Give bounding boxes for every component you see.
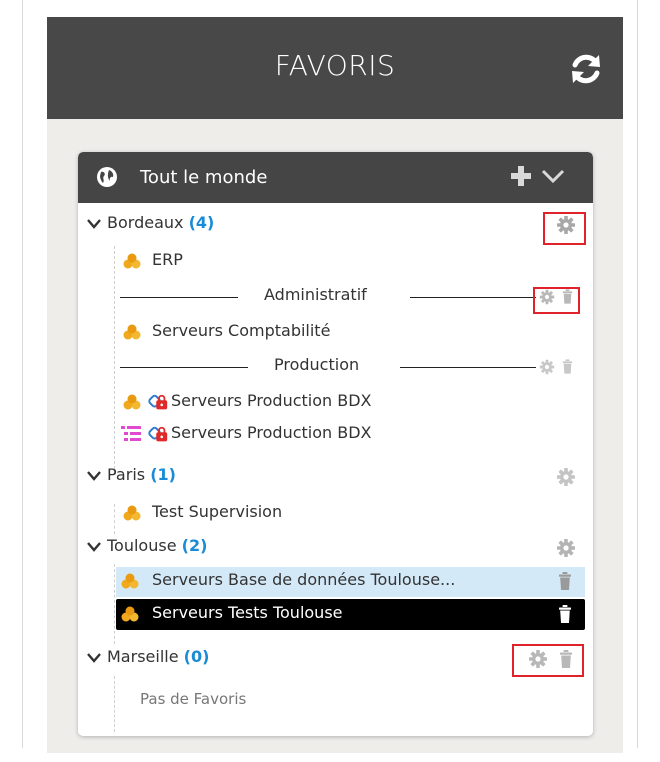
group-label[interactable]: Bordeaux (4)	[107, 213, 214, 232]
favorite-name[interactable]: Serveurs Production BDX	[171, 423, 372, 442]
group-name: Bordeaux	[107, 213, 184, 232]
group-count: (1)	[150, 465, 176, 484]
chevron-down-icon[interactable]	[86, 541, 102, 553]
favorite-name[interactable]: ERP	[152, 250, 183, 269]
gear-icon[interactable]	[556, 467, 576, 487]
gear-icon[interactable]	[556, 538, 576, 558]
separator-line	[120, 367, 248, 368]
cluster-icon	[123, 505, 141, 521]
plus-icon[interactable]	[510, 165, 532, 187]
group-label[interactable]: Marseille (0)	[107, 647, 209, 666]
list-icon	[121, 426, 141, 441]
favorite-item[interactable]: Serveurs Comptabilité	[78, 319, 593, 347]
favorite-name[interactable]: Serveurs Base de données Toulouse...	[152, 570, 455, 589]
cluster-icon	[123, 253, 141, 269]
group-name: Toulouse	[107, 536, 177, 555]
separator-line	[120, 297, 238, 298]
separator-production: Production	[78, 353, 593, 381]
separator-label: Production	[274, 355, 360, 374]
cluster-icon	[121, 606, 139, 622]
favorites-panel: FAVORIS Tout le monde Bordeaux (4) ERP A…	[47, 17, 623, 753]
tree-line	[114, 676, 115, 732]
highlight-box	[533, 287, 580, 314]
panel-header: FAVORIS	[47, 17, 623, 119]
separator-line	[400, 367, 536, 368]
chevron-down-icon[interactable]	[86, 218, 102, 230]
favorite-item-selected[interactable]: Serveurs Base de données Toulouse...	[116, 567, 585, 597]
favorite-name[interactable]: Test Supervision	[152, 502, 282, 521]
chevron-down-icon[interactable]	[86, 652, 102, 664]
group-count: (4)	[188, 213, 215, 232]
favorites-card: Tout le monde Bordeaux (4) ERP Administr…	[78, 152, 593, 736]
favorite-item[interactable]: Serveurs Production BDX	[78, 421, 593, 449]
highlight-box	[512, 644, 584, 677]
card-title: Tout le monde	[140, 167, 268, 188]
highlight-box	[543, 212, 586, 245]
separator-administratif: Administratif	[78, 283, 593, 311]
group-count: (0)	[183, 647, 210, 666]
separator-label: Administratif	[264, 285, 367, 304]
tree-line	[114, 564, 115, 644]
cluster-icon	[123, 394, 141, 410]
cluster-icon	[123, 324, 141, 340]
shared-lock-icon	[148, 393, 169, 411]
chevron-down-icon[interactable]	[540, 167, 566, 185]
favorite-name[interactable]: Serveurs Comptabilité	[152, 321, 330, 340]
trash-icon[interactable]	[558, 605, 572, 623]
favorite-name[interactable]: Serveurs Tests Toulouse	[152, 603, 343, 622]
group-count: (2)	[181, 536, 208, 555]
favorite-item[interactable]: ERP	[78, 248, 593, 276]
group-label[interactable]: Toulouse (2)	[107, 536, 207, 555]
group-bordeaux[interactable]: Bordeaux (4)	[78, 211, 593, 239]
cluster-icon	[121, 573, 139, 589]
card-header: Tout le monde	[78, 152, 593, 203]
page-title: FAVORIS	[274, 49, 396, 82]
group-name: Paris	[107, 465, 146, 484]
empty-message: Pas de Favoris	[140, 690, 247, 708]
group-name: Marseille	[107, 647, 179, 666]
trash-icon[interactable]	[562, 359, 573, 374]
favorite-item[interactable]: Serveurs Production BDX	[78, 389, 593, 417]
favorite-item-active[interactable]: Serveurs Tests Toulouse	[116, 599, 585, 630]
group-toulouse[interactable]: Toulouse (2)	[78, 534, 593, 562]
group-paris[interactable]: Paris (1)	[78, 463, 593, 491]
favorite-item[interactable]: Test Supervision	[78, 500, 593, 528]
favorite-name[interactable]: Serveurs Production BDX	[171, 391, 372, 410]
gear-icon[interactable]	[539, 359, 555, 375]
refresh-icon[interactable]	[568, 51, 604, 87]
shared-lock-icon	[148, 425, 169, 443]
globe-icon	[97, 167, 117, 187]
separator-line	[410, 297, 536, 298]
chevron-down-icon[interactable]	[86, 470, 102, 482]
group-label[interactable]: Paris (1)	[107, 465, 176, 484]
trash-icon[interactable]	[558, 572, 572, 590]
